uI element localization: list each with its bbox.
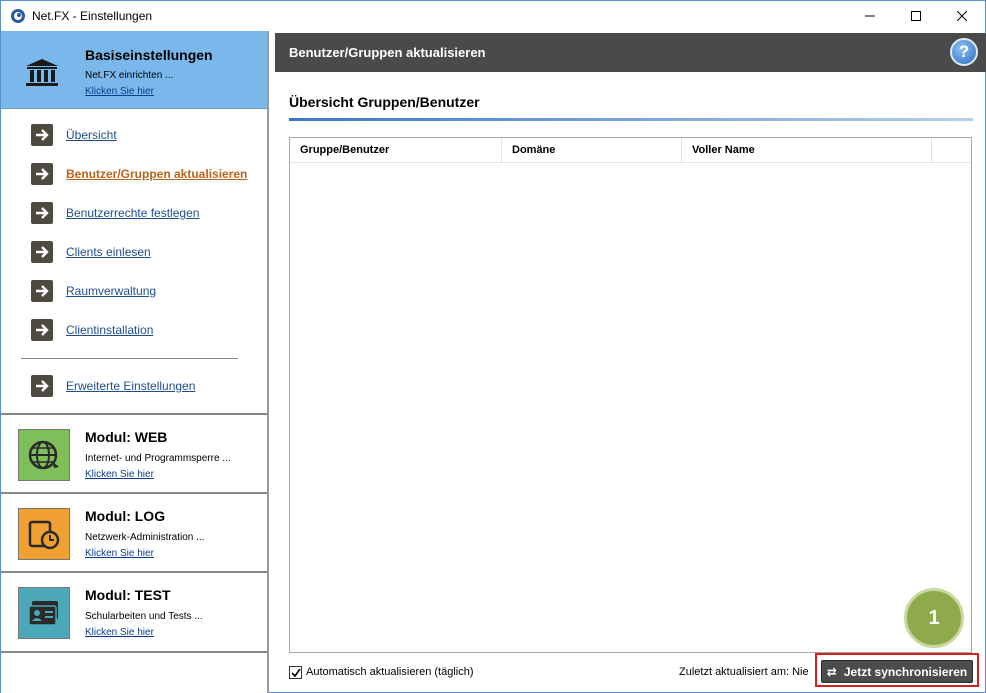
basis-title: Basiseinstellungen <box>85 47 213 63</box>
module-link[interactable]: Klicken Sie hier <box>85 548 154 559</box>
page-title: Benutzer/Gruppen aktualisieren <box>289 45 486 60</box>
app-logo-icon <box>11 9 25 23</box>
close-icon <box>957 11 967 21</box>
nav-item-label: Benutzerrechte festlegen <box>66 206 200 220</box>
column-header-gruppe-benutzer[interactable]: Gruppe/Benutzer <box>290 138 502 163</box>
minimize-icon <box>865 15 875 17</box>
last-updated-text: Zuletzt aktualisiert am: Nie <box>679 666 809 678</box>
module-subtitle: Netzwerk-Administration ... <box>85 532 205 543</box>
nav-item-benutzer-gruppen[interactable]: Benutzer/Gruppen aktualisieren <box>31 163 247 185</box>
nav-item-clientinstallation[interactable]: Clientinstallation <box>31 319 153 341</box>
title-bar: Net.FX - Einstellungen <box>1 1 985 31</box>
settings-nav: Übersicht Benutzer/Gruppen aktualisieren… <box>1 111 267 413</box>
nav-item-clients-einlesen[interactable]: Clients einlesen <box>31 241 151 263</box>
app-window: Net.FX - Einstellungen Basiseinstellunge… <box>0 0 986 693</box>
basis-link[interactable]: Klicken Sie hier <box>85 86 154 97</box>
nav-item-label: Benutzer/Gruppen aktualisieren <box>66 167 248 181</box>
sync-now-label: Jetzt synchronisieren <box>843 664 968 679</box>
module-subtitle: Schularbeiten und Tests ... <box>85 611 203 622</box>
sidebar: Basiseinstellungen Net.FX einrichten ...… <box>1 31 269 693</box>
module-title: Modul: WEB <box>85 429 168 445</box>
section-title: Übersicht Gruppen/Benutzer <box>289 94 480 110</box>
main-panel: Benutzer/Gruppen aktualisieren ? Übersic… <box>275 33 986 693</box>
nav-item-label: Clients einlesen <box>66 245 151 259</box>
users-groups-table[interactable]: Gruppe/Benutzer Domäne Voller Name <box>289 137 972 653</box>
arrow-right-icon <box>31 202 53 224</box>
arrow-right-icon <box>31 319 53 341</box>
sidebar-divider <box>1 651 267 653</box>
module-link[interactable]: Klicken Sie hier <box>85 627 154 638</box>
window-title: Net.FX - Einstellungen <box>32 9 153 23</box>
checkmark-icon <box>290 668 301 677</box>
content-footer: Automatisch aktualisieren (täglich) Zule… <box>289 653 986 688</box>
bank-icon <box>26 59 58 86</box>
minimize-button[interactable] <box>847 1 893 31</box>
section-underline <box>289 118 973 121</box>
arrow-right-icon <box>31 241 53 263</box>
module-web: Modul: WEB Internet- und Programmsperre … <box>1 413 267 492</box>
nav-item-label: Clientinstallation <box>66 323 154 337</box>
maximize-icon <box>911 11 921 21</box>
content-header: Benutzer/Gruppen aktualisieren ? <box>275 33 986 72</box>
nav-item-label: Übersicht <box>66 128 117 142</box>
basis-subtitle: Net.FX einrichten ... <box>85 70 174 81</box>
nav-item-erweiterte-einstellungen[interactable]: Erweiterte Einstellungen <box>31 375 195 397</box>
auto-update-label[interactable]: Automatisch aktualisieren (täglich) <box>306 666 474 678</box>
column-header-voller-name[interactable]: Voller Name <box>682 138 932 163</box>
sync-highlight: ⇄ Jetzt synchronisieren <box>815 653 979 687</box>
help-icon[interactable]: ? <box>950 38 978 66</box>
module-log: Modul: LOG Netzwerk-Administration ... K… <box>1 492 267 571</box>
globe-icon <box>18 429 70 481</box>
arrow-right-icon <box>31 375 53 397</box>
arrow-right-icon <box>31 280 53 302</box>
step-marker: 1 <box>904 588 964 648</box>
module-title: Modul: TEST <box>85 587 171 603</box>
column-header-domaene[interactable]: Domäne <box>502 138 682 163</box>
folder-clock-icon <box>18 508 70 560</box>
nav-divider <box>21 358 238 359</box>
table-header: Gruppe/Benutzer Domäne Voller Name <box>290 138 971 163</box>
nav-item-benutzerrechte[interactable]: Benutzerrechte festlegen <box>31 202 199 224</box>
module-test: Modul: TEST Schularbeiten und Tests ... … <box>1 571 267 650</box>
id-card-icon <box>18 587 70 639</box>
nav-item-uebersicht[interactable]: Übersicht <box>31 124 117 146</box>
nav-item-raumverwaltung[interactable]: Raumverwaltung <box>31 280 156 302</box>
arrow-right-icon <box>31 163 53 185</box>
module-subtitle: Internet- und Programmsperre ... <box>85 453 231 464</box>
maximize-button[interactable] <box>893 1 939 31</box>
column-header-spacer <box>932 138 971 163</box>
basis-section: Basiseinstellungen Net.FX einrichten ...… <box>1 31 267 109</box>
nav-item-label: Raumverwaltung <box>66 284 157 298</box>
module-title: Modul: LOG <box>85 508 166 524</box>
sync-now-button[interactable]: ⇄ Jetzt synchronisieren <box>821 660 973 683</box>
nav-item-label: Erweiterte Einstellungen <box>66 379 196 393</box>
module-link[interactable]: Klicken Sie hier <box>85 469 154 480</box>
sync-icon: ⇄ <box>826 664 837 679</box>
close-button[interactable] <box>939 1 985 31</box>
auto-update-checkbox[interactable] <box>289 666 302 679</box>
arrow-right-icon <box>31 124 53 146</box>
